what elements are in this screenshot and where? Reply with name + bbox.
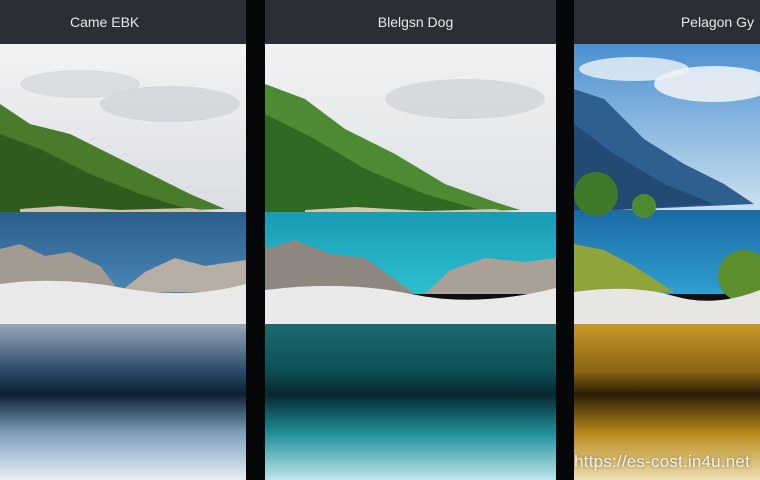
panel-1: Came EBK [0, 0, 246, 480]
panel-divider [246, 0, 265, 480]
panel-title: Blelgsn Dog [377, 14, 454, 30]
panel-3: Pelagon Gy [574, 0, 760, 480]
panel-title: Came EBK [70, 14, 140, 30]
panel-title-bar: Pelagon Gy [574, 0, 760, 44]
water-reflection [0, 324, 246, 480]
panel-title: Pelagon Gy [680, 14, 754, 30]
panel-2: Blelgsn Dog [265, 0, 556, 480]
panel-divider [556, 0, 574, 480]
panel-title-bar: Came EBK [0, 0, 246, 44]
landscape-image [574, 44, 760, 324]
water-reflection [265, 324, 556, 480]
landscape-image [0, 44, 246, 324]
watermark-url: https://es-cost.in4u.net [574, 452, 750, 471]
panel-title-bar: Blelgsn Dog [265, 0, 556, 44]
landscape-image [265, 44, 556, 324]
